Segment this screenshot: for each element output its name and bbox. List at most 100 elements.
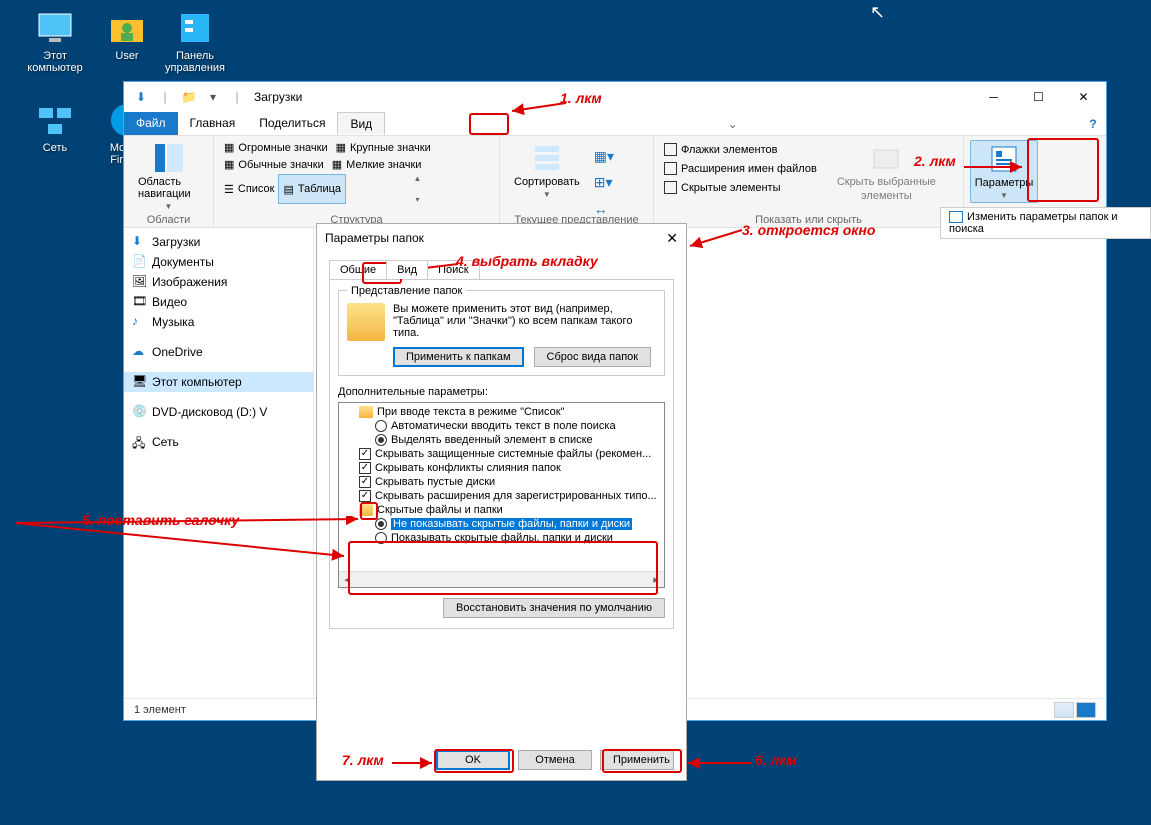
restore-defaults-button[interactable]: Восстановить значения по умолчанию <box>443 598 665 618</box>
sidebar-item-pictures[interactable]: 🖼Изображения <box>124 272 313 292</box>
dialog-title: Параметры папок <box>325 231 424 245</box>
dropdown-icon: ▼ <box>543 190 551 199</box>
tab-view[interactable]: Вид <box>337 112 385 135</box>
layout-list[interactable]: ☰Список <box>220 174 278 204</box>
tree-row[interactable]: При вводе текста в режиме "Список" <box>339 405 664 419</box>
fieldset-legend: Представление папок <box>347 285 466 297</box>
tree-row[interactable]: Скрывать конфликты слияния папок <box>339 461 664 475</box>
ok-button[interactable]: OK <box>436 750 510 770</box>
tree-label: Скрывать защищенные системные файлы (рек… <box>375 448 651 460</box>
titlebar[interactable]: ⬇ | 📁 ▾ | Загрузки ─ ☐ ✕ <box>124 82 1106 112</box>
apply-to-folders-button[interactable]: Применить к папкам <box>393 347 524 367</box>
add-columns-icon[interactable]: ⊞▾ <box>588 174 620 191</box>
dialog-close-button[interactable]: ✕ <box>666 230 678 247</box>
layout-large[interactable]: ▦Крупные значки <box>332 140 435 155</box>
nav-pane-icon <box>153 142 185 174</box>
item-checkboxes[interactable]: Флажки элементов <box>660 142 821 157</box>
maximize-button[interactable]: ☐ <box>1016 82 1061 112</box>
apply-button[interactable]: Применить <box>600 750 674 770</box>
radio-icon <box>375 420 387 432</box>
desktop-icon-control-panel[interactable]: Панель управления <box>160 8 230 74</box>
options-button[interactable]: Параметры ▼ <box>970 140 1038 203</box>
mouse-cursor-icon: ↖ <box>870 2 885 23</box>
close-button[interactable]: ✕ <box>1061 82 1106 112</box>
sort-icon <box>531 142 563 174</box>
annotation-6: 6. лкм <box>755 752 797 768</box>
layout-table[interactable]: ▤Таблица <box>278 174 346 204</box>
layout-icon: ▦ <box>224 158 234 171</box>
group-by-icon[interactable]: ▦▾ <box>588 148 620 165</box>
help-icon[interactable]: ? <box>1080 112 1106 135</box>
tree-row[interactable]: Не показывать скрытые файлы, папки и дис… <box>339 517 664 531</box>
sort-button[interactable]: Сортировать ▼ <box>506 140 588 225</box>
folder-user-icon <box>107 8 147 48</box>
minimize-button[interactable]: ─ <box>971 82 1016 112</box>
options-small-icon <box>949 211 963 223</box>
tree-label: При вводе текста в режиме "Список" <box>377 406 564 418</box>
tree-row[interactable]: Выделять введенный элемент в списке <box>339 433 664 447</box>
layout-medium[interactable]: ▦Обычные значки <box>220 157 328 172</box>
dialog-titlebar[interactable]: Параметры папок ✕ <box>317 224 686 252</box>
view-details-icon[interactable] <box>1054 702 1074 718</box>
folder-icon <box>359 406 373 418</box>
sidebar-item-dvd[interactable]: 💿DVD-дисковод (D:) V <box>124 402 313 422</box>
tab-share[interactable]: Поделиться <box>247 112 337 135</box>
tree-row[interactable]: Скрывать расширения для зарегистрированн… <box>339 489 664 503</box>
layout-icon: ▦ <box>224 141 234 154</box>
dialog-tab-general[interactable]: Общие <box>329 260 387 279</box>
scroll-up-icon[interactable]: ▲ <box>414 174 422 183</box>
options-tooltip: Изменить параметры папок и поиска <box>940 207 1151 239</box>
reset-folders-button[interactable]: Сброс вида папок <box>534 347 652 367</box>
hidden-items[interactable]: Скрытые элементы <box>660 180 821 195</box>
sidebar-item-documents[interactable]: 📄Документы <box>124 252 313 272</box>
monitor-icon <box>35 8 75 48</box>
layout-small[interactable]: ▦Мелкие значки <box>328 157 426 172</box>
sidebar-item-network[interactable]: 🖧Сеть <box>124 432 313 452</box>
sidebar-item-videos[interactable]: 🎞Видео <box>124 292 313 312</box>
desktop-icon-user[interactable]: User <box>92 8 162 62</box>
radio-icon <box>375 434 387 446</box>
scroll-left-icon[interactable]: ◂ <box>339 572 355 588</box>
monitor-icon: 🖥 <box>132 374 148 390</box>
scroll-more-icon[interactable]: ▾ <box>416 195 420 204</box>
file-ext[interactable]: Расширения имен файлов <box>660 161 821 176</box>
dialog-tab-view[interactable]: Вид <box>386 260 428 279</box>
layout-huge[interactable]: ▦Огромные значки <box>220 140 332 155</box>
back-arrow-icon[interactable]: ⬇ <box>130 86 152 108</box>
nav-arrows: ⬇ | 📁 ▾ | <box>130 86 248 108</box>
sidebar-item-music[interactable]: ♪Музыка <box>124 312 313 332</box>
folder-icon <box>359 504 373 516</box>
hide-selected-button[interactable]: Скрыть выбранные элементы <box>829 140 944 225</box>
desktop-icon-this-pc[interactable]: Этот компьютер <box>20 8 90 74</box>
sidebar-item-downloads[interactable]: ⬇Загрузки <box>124 232 313 252</box>
desktop-label: Этот компьютер <box>20 50 90 74</box>
sidebar-item-this-pc[interactable]: 🖥Этот компьютер <box>124 372 313 392</box>
tree-row[interactable]: Показывать скрытые файлы, папки и диски <box>339 531 664 545</box>
advanced-tree[interactable]: При вводе текста в режиме "Список"Автома… <box>338 402 665 588</box>
arrow-6 <box>684 754 756 772</box>
tree-row[interactable]: Автоматически вводить текст в поле поиск… <box>339 419 664 433</box>
cancel-button[interactable]: Отмена <box>518 750 592 770</box>
sidebar-item-onedrive[interactable]: ☁OneDrive <box>124 342 313 362</box>
scroll-right-icon[interactable]: ▸ <box>648 572 664 588</box>
view-large-icon[interactable] <box>1076 702 1096 718</box>
desktop-icon-network[interactable]: Сеть <box>20 100 90 154</box>
nav-pane-button[interactable]: Область навигации ▼ <box>130 140 207 213</box>
onedrive-icon: ☁ <box>132 344 148 360</box>
qat-dropdown-icon[interactable]: ▾ <box>202 86 224 108</box>
tree-row[interactable]: Скрывать пустые диски <box>339 475 664 489</box>
ribbon-collapse-icon[interactable]: ⌄ <box>722 112 744 135</box>
tree-row[interactable]: Скрытые файлы и папки <box>339 503 664 517</box>
desktop-label: User <box>92 50 162 62</box>
qat-divider: | <box>154 86 176 108</box>
checkbox-icon <box>359 476 371 488</box>
checkbox-icon <box>664 162 677 175</box>
tab-home[interactable]: Главная <box>178 112 248 135</box>
tree-label: Скрытые файлы и папки <box>377 504 503 516</box>
tab-file[interactable]: Файл <box>124 112 178 135</box>
dialog-tab-search[interactable]: Поиск <box>427 260 479 279</box>
horizontal-scrollbar[interactable]: ◂▸ <box>339 571 664 587</box>
tree-row[interactable]: Скрывать защищенные системные файлы (рек… <box>339 447 664 461</box>
sidebar: ⬇Загрузки 📄Документы 🖼Изображения 🎞Видео… <box>124 228 314 698</box>
layout-icon: ▤ <box>283 183 293 196</box>
